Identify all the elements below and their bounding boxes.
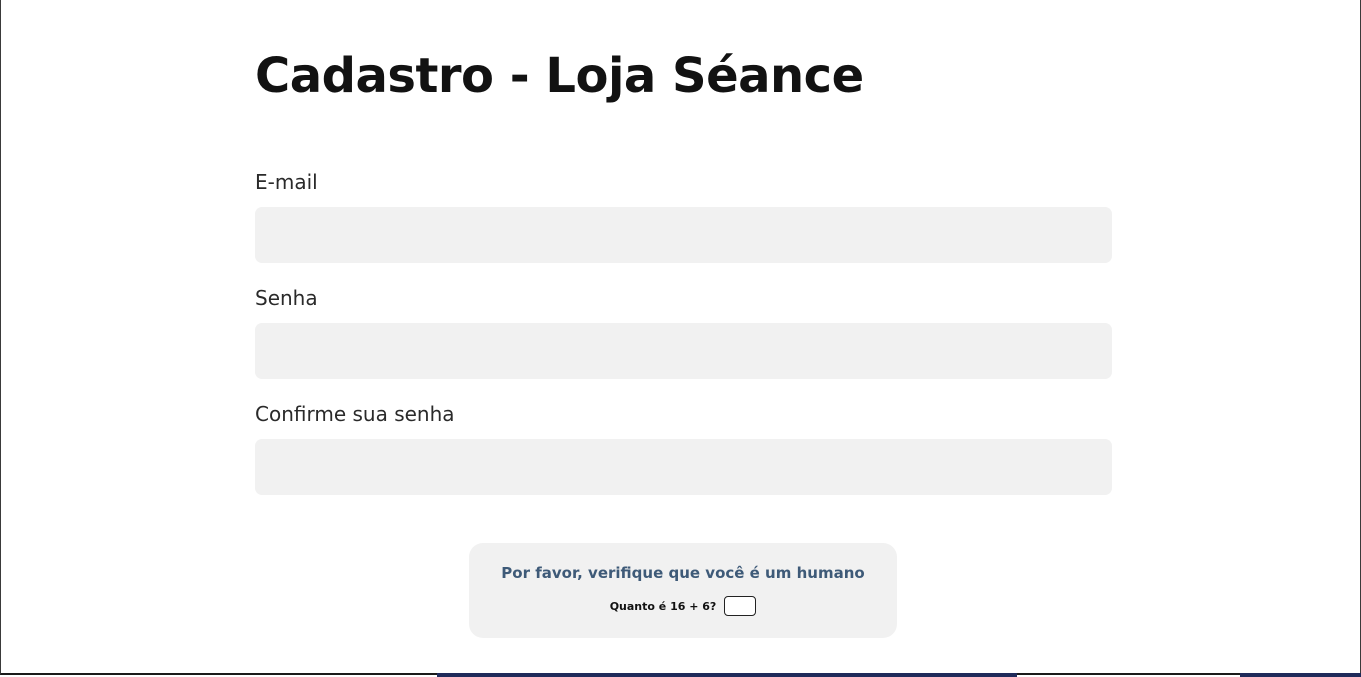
captcha-title: Por favor, verifique que você é um human… bbox=[501, 564, 865, 582]
page-title: Cadastro - Loja Séance bbox=[255, 48, 864, 104]
captcha-answer-input[interactable] bbox=[724, 596, 757, 616]
confirm-password-label: Confirme sua senha bbox=[255, 402, 455, 426]
email-label: E-mail bbox=[255, 170, 318, 194]
captcha-question: Quanto é 16 + 6? bbox=[609, 599, 717, 613]
captcha-question-row: Quanto é 16 + 6? bbox=[469, 596, 897, 616]
below-fold-content bbox=[437, 673, 1017, 677]
registration-page: Cadastro - Loja Séance E-mail Senha Conf… bbox=[0, 0, 1361, 675]
captcha-panel: Por favor, verifique que você é um human… bbox=[469, 543, 897, 638]
password-label: Senha bbox=[255, 286, 318, 310]
email-field[interactable] bbox=[255, 207, 1112, 263]
below-fold-content bbox=[1240, 673, 1361, 677]
password-field[interactable] bbox=[255, 323, 1112, 379]
confirm-password-field[interactable] bbox=[255, 439, 1112, 495]
